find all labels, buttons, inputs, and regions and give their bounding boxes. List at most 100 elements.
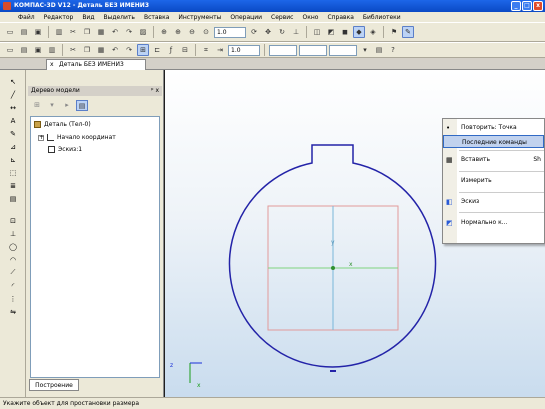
select-tool-icon[interactable]: ↖ — [7, 76, 19, 87]
menu-item-sketch[interactable]: ◧ Эскиз — [443, 195, 544, 208]
mirror-tool-icon[interactable]: ⇋ — [7, 306, 19, 317]
help-icon[interactable]: ? — [387, 44, 399, 56]
panel-pin-close-icon[interactable]: ᵖ x — [151, 86, 159, 96]
save-file-icon[interactable]: ▣ — [32, 44, 44, 56]
menu-insert[interactable]: Вставка — [144, 14, 169, 21]
cut2-icon[interactable]: ✂ — [67, 44, 79, 56]
properties-icon[interactable]: ▨ — [137, 26, 149, 38]
redo2-icon[interactable]: ↷ — [123, 44, 135, 56]
refresh-icon[interactable]: ⟳ — [248, 26, 260, 38]
close-button[interactable]: x — [533, 1, 543, 11]
new-document-icon[interactable]: ▭ — [4, 26, 16, 38]
menu-libraries[interactable]: Библиотеки — [363, 14, 401, 21]
maximize-button[interactable]: □ — [522, 1, 532, 11]
arc-tool-icon[interactable]: ◠ — [7, 254, 19, 265]
menu-help[interactable]: Справка — [327, 14, 353, 21]
lcs-icon[interactable]: ⊏ — [151, 44, 163, 56]
new-icon[interactable]: ▭ — [4, 44, 16, 56]
zoom-window-icon[interactable]: ⊕ — [158, 26, 170, 38]
menu-item-paste[interactable]: ▦ Вставить Sh — [443, 153, 544, 166]
select-tool2-icon[interactable]: ⬚ — [7, 167, 19, 178]
sketch-mode-icon[interactable]: ✎ — [402, 26, 414, 38]
minimize-button[interactable]: _ — [511, 1, 521, 11]
tab-construction[interactable]: Построение — [29, 379, 79, 391]
tree-order-icon[interactable]: ⊞ — [31, 100, 43, 111]
menu-item-measure[interactable]: Измерить — [443, 174, 544, 187]
menu-item-recent-commands[interactable]: Последние команды — [443, 135, 544, 148]
pattern-tool-icon[interactable]: ⋮ — [7, 293, 19, 304]
menu-service[interactable]: Сервис — [271, 14, 293, 21]
paste2-icon[interactable]: ▦ — [95, 44, 107, 56]
zoom-in-icon[interactable]: ⊕ — [172, 26, 184, 38]
grid-icon[interactable]: ⊞ — [137, 44, 149, 56]
undo-icon[interactable]: ↶ — [109, 26, 121, 38]
menu-operations[interactable]: Операции — [230, 14, 262, 21]
zoom-field[interactable]: 1.0 — [214, 26, 246, 38]
shaded-edges-icon[interactable]: ◆ — [353, 26, 365, 38]
fillet-tool-icon[interactable]: ◜ — [7, 280, 19, 291]
expand-icon[interactable]: + — [38, 134, 44, 141]
zoom-out-icon[interactable]: ⊖ — [186, 26, 198, 38]
copy2-icon[interactable]: ❐ — [81, 44, 93, 56]
param-tool-icon[interactable]: ⊿ — [7, 141, 19, 152]
copy-icon[interactable]: ❐ — [81, 26, 93, 38]
state-field-3[interactable] — [329, 44, 357, 56]
measure-tool-icon[interactable]: ⊾ — [7, 154, 19, 165]
tree-filter-icon[interactable]: ▸ — [61, 100, 73, 111]
snap-icon[interactable]: ⌗ — [200, 44, 212, 56]
menu-select[interactable]: Выделить — [103, 14, 134, 21]
variables-icon[interactable]: ⊟ — [179, 44, 191, 56]
menu-tools[interactable]: Инструменты — [178, 14, 221, 21]
shaded-icon[interactable]: ◼ — [339, 26, 351, 38]
step-icon[interactable]: ⇥ — [214, 44, 226, 56]
coord-dropdown-icon[interactable]: ▾ — [359, 44, 371, 56]
tree-structure-icon[interactable]: ▾ — [46, 100, 58, 111]
document-tab[interactable]: x Деталь БЕЗ ИМЕНИ3 — [46, 59, 146, 70]
tree-item-sketch[interactable]: Эскиз:1 — [48, 146, 82, 153]
fx-icon[interactable]: ƒ — [165, 44, 177, 56]
report-tool-icon[interactable]: ▤ — [7, 193, 19, 204]
state-field-1[interactable] — [269, 44, 297, 56]
geometry-tool-icon[interactable]: ╱ — [7, 89, 19, 100]
origin-point[interactable] — [331, 266, 335, 270]
wireframe-icon[interactable]: ◫ — [311, 26, 323, 38]
zoom-all-icon[interactable]: ⊙ — [200, 26, 212, 38]
redo-icon[interactable]: ↷ — [123, 26, 135, 38]
circle-tool-icon[interactable]: ◯ — [7, 241, 19, 252]
graphics-area[interactable]: x y z x • Повторить: Точка Последние ком… — [165, 70, 545, 397]
tab-close-icon[interactable]: x — [50, 60, 54, 70]
menu-view[interactable]: Вид — [82, 14, 94, 21]
undo2-icon[interactable]: ↶ — [109, 44, 121, 56]
filter-icon[interactable]: ⚑ — [388, 26, 400, 38]
state-field-2[interactable] — [299, 44, 327, 56]
menu-item-normal-to[interactable]: ◩ Нормально к... — [443, 216, 544, 229]
paste-icon[interactable]: ▦ — [95, 26, 107, 38]
edit-tool-icon[interactable]: ✎ — [7, 128, 19, 139]
tree-view-icon[interactable]: ▤ — [76, 99, 88, 111]
orient-icon[interactable]: ⊥ — [290, 26, 302, 38]
print-icon[interactable]: ▥ — [53, 26, 65, 38]
dimension-tool-icon[interactable]: ↔ — [7, 102, 19, 113]
spec-tool-icon[interactable]: ≣ — [7, 180, 19, 191]
constraint-tool-icon[interactable]: ⊥ — [7, 228, 19, 239]
hidden-lines-icon[interactable]: ◩ — [325, 26, 337, 38]
cut-icon[interactable]: ✂ — [67, 26, 79, 38]
tree-item-detail[interactable]: Деталь (Тел-0) — [34, 121, 91, 128]
view-list-icon[interactable]: ▤ — [373, 44, 385, 56]
menu-edit[interactable]: Редактор — [44, 14, 74, 21]
perspective-icon[interactable]: ◈ — [367, 26, 379, 38]
open-icon[interactable]: ▤ — [18, 26, 30, 38]
line-tool-icon[interactable]: ⟋ — [7, 267, 19, 278]
menu-item-repeat[interactable]: • Повторить: Точка — [443, 121, 544, 134]
step-field[interactable]: 1.0 — [228, 44, 260, 56]
save-icon[interactable]: ▣ — [32, 26, 44, 38]
annotation-tool-icon[interactable]: A — [7, 115, 19, 126]
pan-icon[interactable]: ✥ — [262, 26, 274, 38]
insert-tool-icon[interactable]: ⊡ — [7, 215, 19, 226]
rotate-icon[interactable]: ↻ — [276, 26, 288, 38]
print-preview-icon[interactable]: ▥ — [46, 44, 58, 56]
menu-window[interactable]: Окно — [302, 14, 318, 21]
tree-item-origin[interactable]: + Начало координат — [38, 134, 116, 141]
open-file-icon[interactable]: ▤ — [18, 44, 30, 56]
menu-file[interactable]: Файл — [18, 14, 35, 21]
